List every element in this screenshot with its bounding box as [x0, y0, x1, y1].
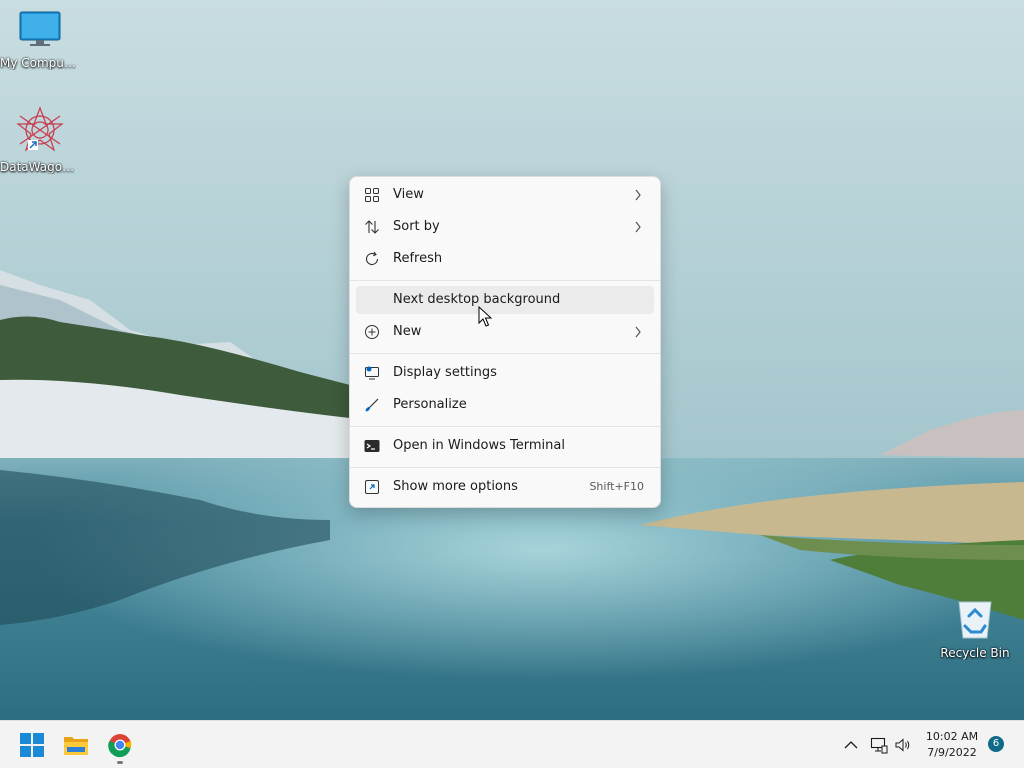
desktop-icon-label: DataWagon...	[0, 160, 80, 174]
brush-icon	[365, 398, 379, 412]
menu-item-personalize[interactable]: Personalize	[356, 391, 654, 419]
menu-item-label: Next desktop background	[393, 292, 561, 307]
desktop-context-menu: View Sort by Refresh Next desktop backgr…	[349, 176, 661, 508]
menu-item-show-more-options[interactable]: Show more options Shift+F10	[356, 473, 654, 501]
menu-item-display-settings[interactable]: Display settings	[356, 359, 654, 387]
clock-date: 7/9/2022	[927, 746, 977, 759]
desktop-icon-label: Recycle Bin	[940, 646, 1010, 660]
menu-item-sort-by[interactable]: Sort by	[356, 213, 654, 241]
notification-badge[interactable]: 6	[988, 736, 1004, 752]
chrome-icon	[108, 734, 132, 758]
desktop[interactable]: My Computer DataWagon... Recycle Bin Vie…	[0, 0, 1024, 720]
folder-icon	[64, 737, 88, 755]
taskbar-chrome-button[interactable]	[104, 729, 136, 764]
grid-icon	[365, 188, 379, 202]
chevron-right-icon	[635, 189, 641, 201]
taskbar-clock[interactable]: 10:02 AM 7/9/2022	[918, 729, 986, 761]
menu-item-refresh[interactable]: Refresh	[356, 245, 654, 273]
network-icon[interactable]	[870, 736, 888, 754]
chevron-up-icon[interactable]	[844, 739, 858, 751]
menu-separator	[350, 353, 660, 354]
taskbar-start-button[interactable]	[16, 729, 48, 761]
running-indicator	[117, 761, 123, 764]
menu-item-label: Open in Windows Terminal	[393, 438, 565, 453]
menu-separator	[350, 426, 660, 427]
sort-arrows-icon	[365, 220, 379, 234]
desktop-icon-label: My Computer	[0, 56, 80, 70]
terminal-icon	[364, 440, 380, 452]
menu-item-label: Refresh	[393, 251, 443, 266]
recycle-bin-icon	[958, 601, 992, 639]
menu-separator	[350, 280, 660, 281]
monitor-icon	[19, 11, 61, 46]
mouse-pointer-icon	[478, 306, 492, 327]
menu-item-label: Personalize	[393, 397, 467, 412]
datawagon-logo-icon	[16, 106, 64, 152]
menu-item-shortcut: Shift+F10	[589, 480, 644, 493]
menu-item-next-desktop-background[interactable]: Next desktop background	[356, 286, 654, 314]
chevron-right-icon	[635, 326, 641, 338]
desktop-icon-my-computer[interactable]: My Computer	[0, 10, 80, 70]
menu-item-label: View	[393, 187, 424, 202]
chevron-right-icon	[635, 221, 641, 233]
menu-separator	[350, 467, 660, 468]
speaker-icon[interactable]	[894, 736, 912, 754]
menu-item-view[interactable]: View	[356, 181, 654, 209]
menu-item-new[interactable]: New	[356, 318, 654, 346]
desktop-icon-recycle-bin[interactable]: Recycle Bin	[935, 596, 1015, 660]
menu-item-open-in-windows-terminal[interactable]: Open in Windows Terminal	[356, 432, 654, 460]
menu-item-label: Display settings	[393, 365, 497, 380]
menu-item-label: New	[393, 324, 422, 339]
windows-start-icon	[20, 733, 44, 757]
menu-item-label: Show more options	[393, 479, 518, 494]
display-settings-icon	[365, 366, 379, 380]
refresh-icon	[365, 251, 379, 265]
desktop-icon-datawagon[interactable]: DataWagon...	[0, 106, 80, 174]
plus-circle-icon	[365, 325, 379, 339]
menu-item-label: Sort by	[393, 219, 440, 234]
show-more-icon	[365, 480, 379, 494]
taskbar: 10:02 AM 7/9/2022	[0, 720, 1024, 768]
clock-time: 10:02 AM	[925, 730, 979, 743]
taskbar-file-explorer-button[interactable]	[60, 729, 92, 761]
